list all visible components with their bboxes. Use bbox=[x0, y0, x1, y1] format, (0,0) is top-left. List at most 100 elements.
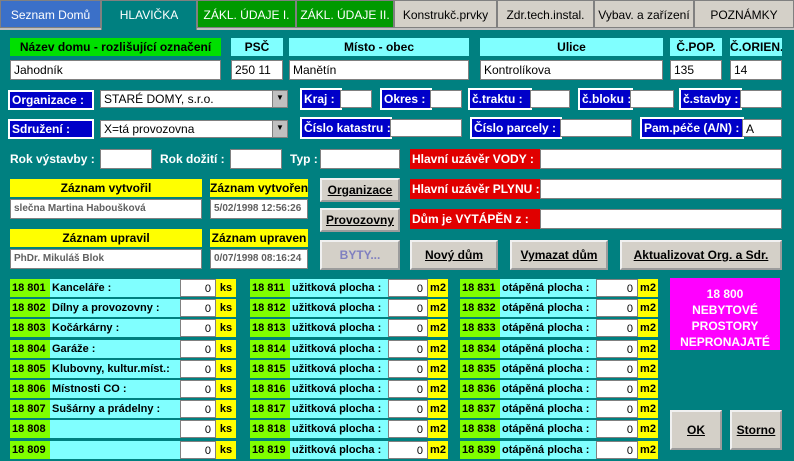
psc-input[interactable]: 250 11 bbox=[231, 60, 283, 80]
row-value-input[interactable]: 0 bbox=[180, 279, 216, 297]
row-value-input[interactable]: 0 bbox=[180, 380, 216, 398]
aktualizovat-button[interactable]: Aktualizovat Org. a Sdr. bbox=[620, 240, 782, 270]
row-unit: ks bbox=[216, 441, 236, 459]
vytapen-input[interactable] bbox=[540, 209, 782, 229]
row-unit: m2 bbox=[638, 420, 658, 438]
ok-button[interactable]: OK bbox=[670, 410, 722, 450]
row-value-input[interactable]: 0 bbox=[180, 360, 216, 378]
tab-zakl-udaje-2[interactable]: ZÁKL. ÚDAJE II. bbox=[296, 0, 394, 28]
organizace-value: STARÉ DOMY, s.r.o. bbox=[104, 92, 214, 106]
organizace-button[interactable]: Organizace bbox=[320, 178, 400, 202]
cbloku-input[interactable] bbox=[630, 90, 674, 108]
row-code: 18 836 bbox=[460, 380, 500, 398]
row-unit: m2 bbox=[428, 299, 448, 317]
tab-seznam-domu[interactable]: Seznam Domů bbox=[0, 0, 101, 28]
row-value-input[interactable]: 0 bbox=[596, 279, 638, 297]
misto-label: Místo - obec bbox=[289, 38, 469, 56]
row-code: 18 837 bbox=[460, 400, 500, 418]
vymazat-dum-button[interactable]: Vymazat dům bbox=[510, 240, 608, 270]
kraj-label: Kraj : bbox=[300, 88, 342, 110]
row-label: otápěná plocha : bbox=[500, 420, 596, 438]
row-value-input[interactable]: 0 bbox=[388, 400, 428, 418]
row-value-input[interactable]: 0 bbox=[180, 400, 216, 418]
cislo-parcely-input[interactable] bbox=[560, 119, 632, 137]
row-value-input[interactable]: 0 bbox=[180, 319, 216, 337]
row-code: 18 809 bbox=[10, 441, 50, 459]
row-label: Garáže : bbox=[50, 340, 180, 358]
chevron-down-icon[interactable]: ▼ bbox=[272, 121, 287, 137]
row-unit: ks bbox=[216, 340, 236, 358]
row-unit: m2 bbox=[638, 360, 658, 378]
row-label: Místnosti CO : bbox=[50, 380, 180, 398]
psc-label: PSČ bbox=[231, 38, 283, 56]
tab-hlavicka[interactable]: HLAVIČKA bbox=[101, 0, 197, 30]
byty-button[interactable]: BYTY... bbox=[320, 240, 400, 270]
nazev-input[interactable]: Jahodník bbox=[10, 60, 221, 80]
misto-input[interactable]: Manětín bbox=[289, 60, 469, 80]
cislo-katastru-label: Číslo katastru : bbox=[300, 117, 392, 139]
chevron-down-icon[interactable]: ▼ bbox=[272, 91, 287, 107]
cislo-katastru-input[interactable] bbox=[390, 119, 462, 137]
row-value-input[interactable]: 0 bbox=[388, 380, 428, 398]
cpop-input[interactable]: 135 bbox=[670, 60, 722, 80]
row-value-input[interactable]: 0 bbox=[388, 299, 428, 317]
row-label: otápěná plocha : bbox=[500, 319, 596, 337]
ctraktu-input[interactable] bbox=[530, 90, 570, 108]
ulice-input[interactable]: Kontrolíkova bbox=[480, 60, 663, 80]
row-value-input[interactable]: 0 bbox=[388, 360, 428, 378]
organizace-select[interactable]: STARÉ DOMY, s.r.o. ▼ bbox=[100, 90, 288, 108]
row-value-input[interactable]: 0 bbox=[388, 420, 428, 438]
cstavby-label: č.stavby : bbox=[679, 88, 742, 110]
kraj-input[interactable] bbox=[340, 90, 372, 108]
row-code: 18 819 bbox=[250, 441, 290, 459]
row-value-input[interactable]: 0 bbox=[596, 360, 638, 378]
row-code: 18 835 bbox=[460, 360, 500, 378]
row-value-input[interactable]: 0 bbox=[388, 319, 428, 337]
row-value-input[interactable]: 0 bbox=[596, 420, 638, 438]
row-code: 18 803 bbox=[10, 319, 50, 337]
novy-dum-button[interactable]: Nový dům bbox=[410, 240, 498, 270]
uzaver-vody-input[interactable] bbox=[540, 149, 782, 169]
row-code: 18 814 bbox=[250, 340, 290, 358]
typ-label: Typ : bbox=[290, 152, 318, 166]
tab-zakl-udaje-1[interactable]: ZÁKL. ÚDAJE I. bbox=[197, 0, 296, 28]
cstavby-input[interactable] bbox=[740, 90, 782, 108]
storno-button[interactable]: Storno bbox=[730, 410, 782, 450]
row-label: Kočárkárny : bbox=[50, 319, 180, 337]
row-value-input[interactable]: 0 bbox=[596, 400, 638, 418]
row-label: užitková plocha : bbox=[290, 400, 388, 418]
badge-line-2: NEBYTOVÉ bbox=[692, 303, 758, 317]
okres-input[interactable] bbox=[430, 90, 462, 108]
row-value-input[interactable]: 0 bbox=[180, 299, 216, 317]
row-value-input[interactable]: 0 bbox=[388, 441, 428, 459]
row-code: 18 816 bbox=[250, 380, 290, 398]
row-label: otápěná plocha : bbox=[500, 400, 596, 418]
row-value-input[interactable]: 0 bbox=[596, 299, 638, 317]
row-unit: m2 bbox=[428, 360, 448, 378]
row-unit: m2 bbox=[428, 400, 448, 418]
row-value-input[interactable]: 0 bbox=[596, 340, 638, 358]
pam-pece-input[interactable]: A bbox=[742, 119, 782, 137]
sdruzeni-select[interactable]: X=tá provozovna ▼ bbox=[100, 120, 288, 138]
tab-poznamky[interactable]: POZNÁMKY bbox=[694, 0, 794, 28]
row-value-input[interactable]: 0 bbox=[180, 420, 216, 438]
typ-input[interactable] bbox=[320, 149, 400, 169]
upraven-label: Záznam upraven bbox=[210, 229, 308, 247]
provozovny-button[interactable]: Provozovny bbox=[320, 208, 400, 232]
corien-input[interactable]: 14 bbox=[730, 60, 782, 80]
rok-doziti-input[interactable] bbox=[230, 149, 282, 169]
row-value-input[interactable]: 0 bbox=[180, 441, 216, 459]
row-value-input[interactable]: 0 bbox=[596, 380, 638, 398]
row-value-input[interactable]: 0 bbox=[180, 340, 216, 358]
row-value-input[interactable]: 0 bbox=[388, 279, 428, 297]
uzaver-plynu-input[interactable] bbox=[540, 179, 782, 199]
tab-vybaveni[interactable]: Vybav. a zařízení bbox=[594, 0, 694, 28]
row-value-input[interactable]: 0 bbox=[388, 340, 428, 358]
row-label: Klubovny, kultur.míst.: bbox=[50, 360, 180, 378]
tab-zdr-tech-instal[interactable]: Zdr.tech.instal. bbox=[497, 0, 594, 28]
row-value-input[interactable]: 0 bbox=[596, 441, 638, 459]
row-label: užitková plocha : bbox=[290, 340, 388, 358]
tab-konstrukcni-prvky[interactable]: Konstrukč.prvky bbox=[394, 0, 497, 28]
rok-vystavby-input[interactable] bbox=[100, 149, 152, 169]
row-value-input[interactable]: 0 bbox=[596, 319, 638, 337]
